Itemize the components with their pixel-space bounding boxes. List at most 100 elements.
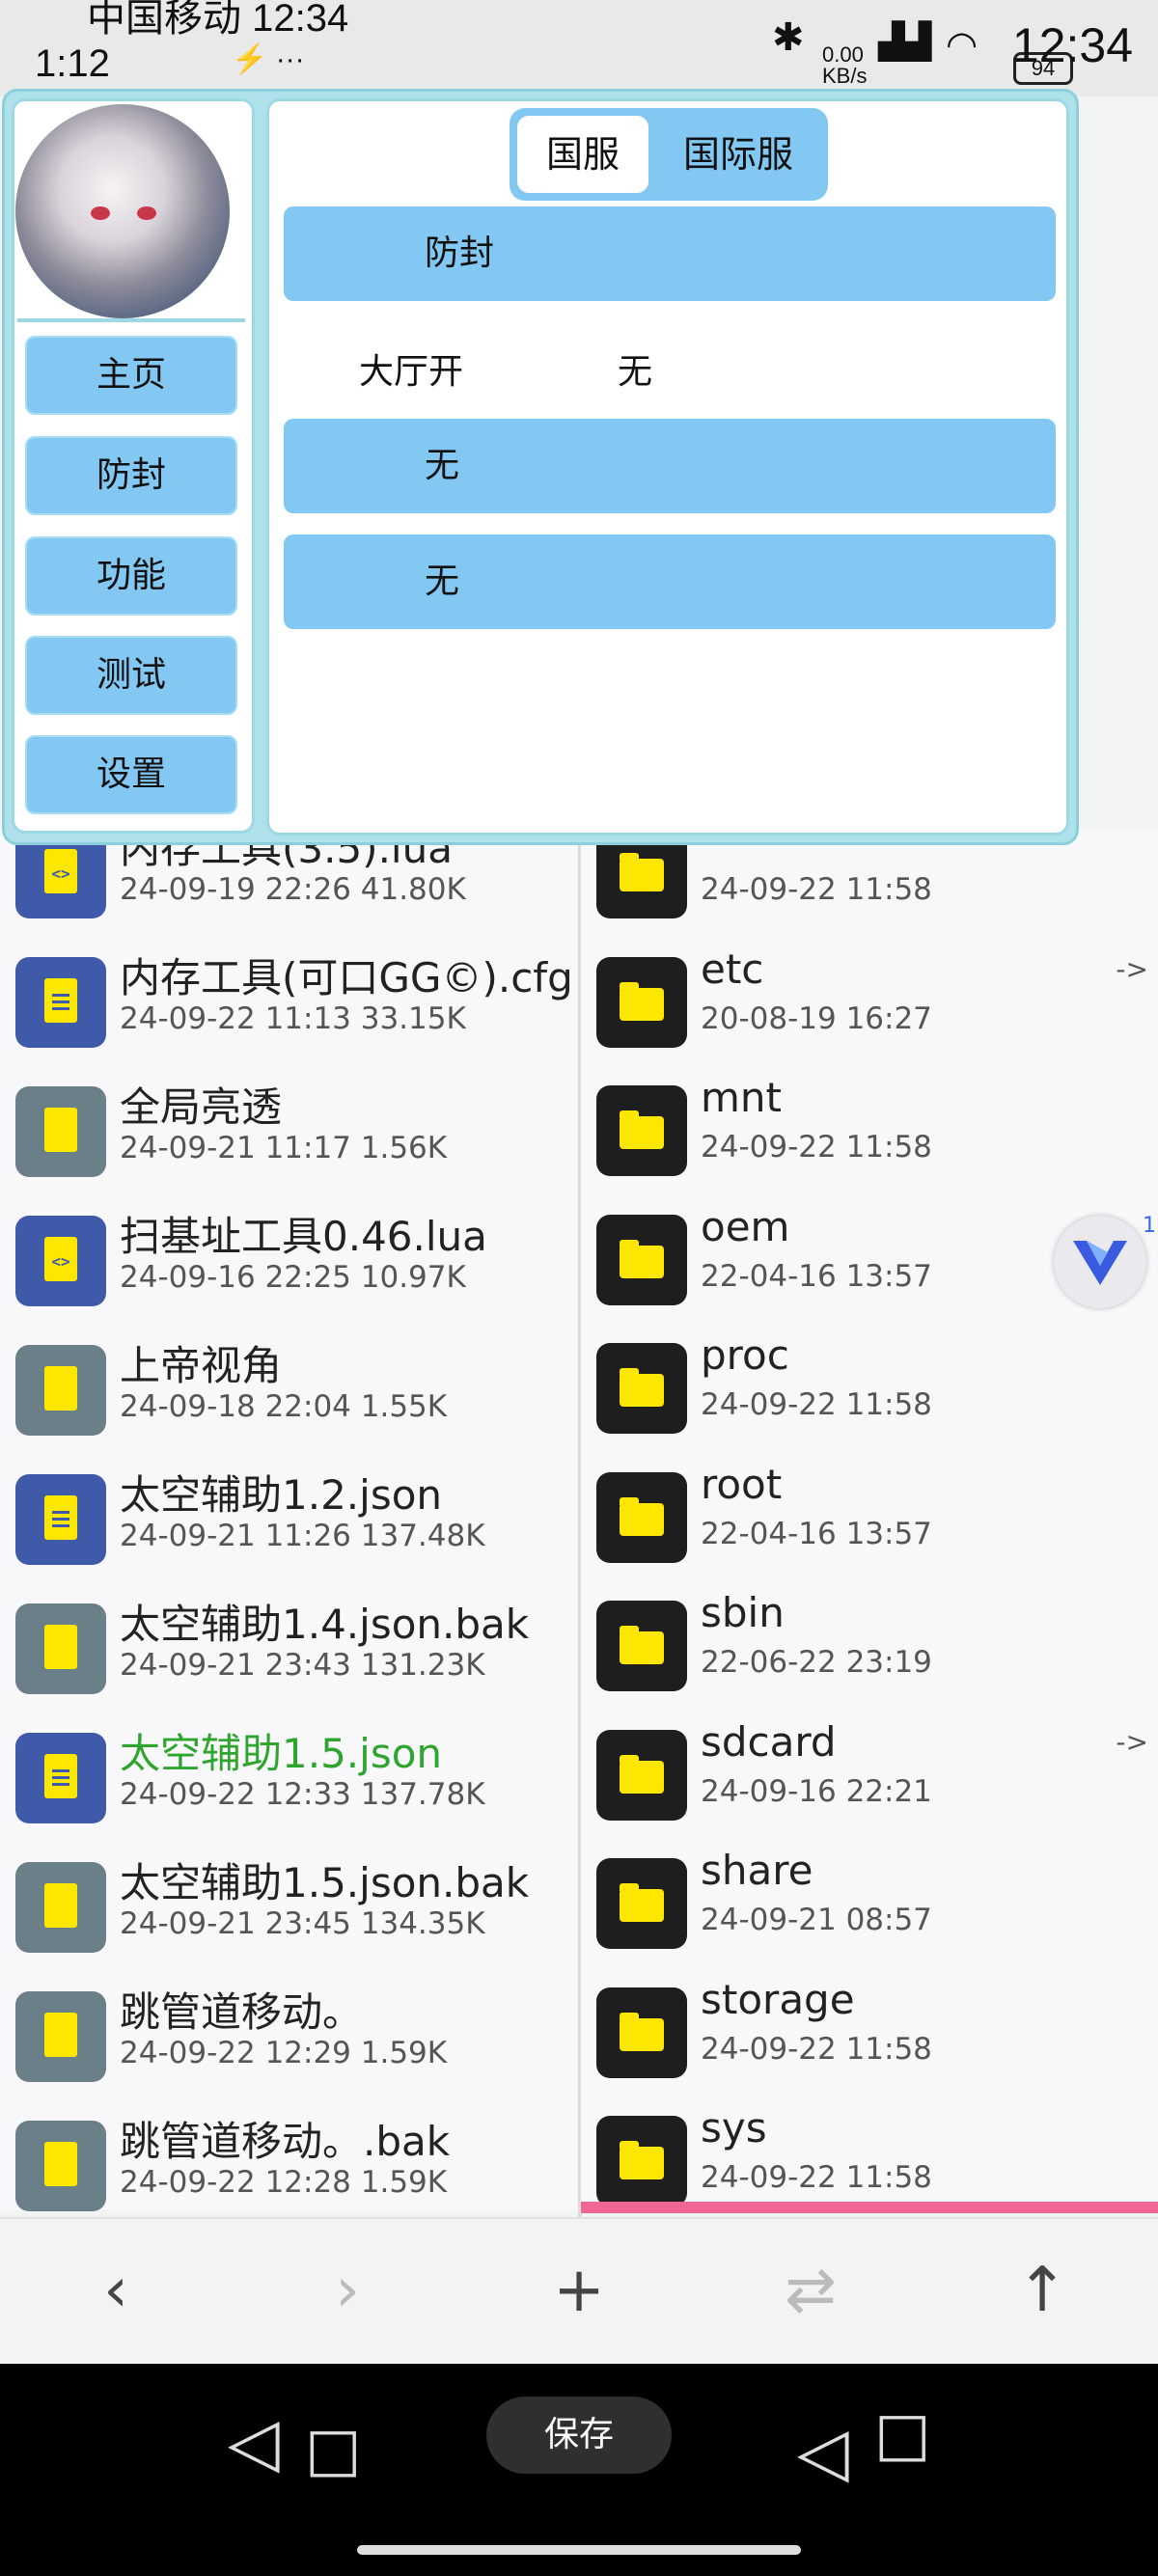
file-meta: 24-09-22 11:13 33.15K [120, 1001, 466, 1036]
swap-panes-button[interactable]: ⇄ [772, 2252, 849, 2329]
file-row[interactable]: 跳管道移动。 24-09-22 12:29 1.59K [0, 1966, 579, 2095]
menu-anti-ban-button[interactable]: 防封 [25, 436, 237, 515]
forward-button[interactable]: › [309, 2252, 386, 2329]
folder-row[interactable]: share 24-09-21 08:57 [581, 1833, 1158, 1961]
folder-meta: 22-04-16 13:57 [701, 1516, 932, 1551]
menu-home-button[interactable]: 主页 [25, 336, 237, 415]
notification-badge: 1 [1143, 1214, 1156, 1238]
folder-meta: 22-06-22 23:19 [701, 1645, 932, 1680]
option-bar-1[interactable]: 无 [284, 419, 1056, 513]
lobby-open-label: 大厅开 [359, 352, 464, 392]
document-icon [15, 1474, 106, 1565]
folder-name: storage [701, 1975, 855, 2023]
folder-icon [596, 1343, 687, 1434]
carrier-text: 中国移动 12:34 [87, 0, 349, 40]
menu-features-button[interactable]: 功能 [25, 536, 237, 616]
segment-cn-server[interactable]: 国服 [517, 116, 648, 193]
avatar-divider [17, 318, 245, 322]
left-file-list[interactable]: <> 内存工具(3.5).lua 24-09-19 22:26 41.80K 内存工具… [0, 825, 579, 2211]
folder-icon [596, 956, 687, 1048]
file-icon [15, 1086, 106, 1177]
folder-icon [596, 1858, 687, 1949]
folder-icon [596, 1471, 687, 1563]
file-meta: 24-09-21 23:43 131.23K [120, 1648, 485, 1683]
folder-name: oem [701, 1202, 790, 1250]
lobby-open-value: 无 [618, 352, 653, 392]
folder-name: sys [701, 2104, 767, 2151]
bluetooth-icon: ✱ [772, 16, 805, 59]
folder-name: mnt [701, 1074, 782, 1121]
folder-icon [596, 1214, 687, 1305]
file-row[interactable]: 跳管道移动。.bak 24-09-22 12:28 1.59K [0, 2096, 579, 2224]
file-name: 内存工具(可口GG©).cfg [120, 954, 573, 1001]
folder-row[interactable]: proc 24-09-22 11:58 [581, 1318, 1158, 1446]
v-logo-icon [1073, 1241, 1127, 1285]
anti-ban-bar[interactable]: 防封 [284, 206, 1056, 301]
wifi-icon: ◠ [946, 25, 979, 66]
file-icon [15, 1345, 106, 1436]
sync-icon: ⚡ ··· [232, 43, 305, 75]
option-bar-2-label: 无 [425, 562, 460, 601]
symlink-arrow: -> [1116, 1725, 1148, 1758]
file-name: 跳管道移动。 [120, 1988, 364, 2036]
file-row[interactable]: 太空辅助1.5.json 24-09-22 12:33 137.78K [0, 1708, 579, 1836]
anti-ban-label: 防封 [425, 233, 495, 273]
nav-back-icon-2[interactable]: ◁ [797, 2412, 849, 2491]
folder-row[interactable]: etc 20-08-19 16:27 -> [581, 932, 1158, 1060]
folder-name: proc [701, 1331, 789, 1379]
file-row[interactable]: 上帝视角 24-09-18 22:04 1.55K [0, 1320, 579, 1448]
file-name: 扫基址工具0.46.lua [120, 1213, 487, 1260]
save-button[interactable]: 保存 [486, 2397, 672, 2474]
file-row[interactable]: 全局亮透 24-09-21 11:17 1.56K [0, 1061, 579, 1190]
nav-recents-icon[interactable]: □ [305, 2414, 362, 2484]
folder-row[interactable]: sdcard 24-09-16 22:21 -> [581, 1705, 1158, 1833]
net-speed: 0.00 KB/s [822, 42, 868, 88]
menu-test-button[interactable]: 测试 [25, 636, 237, 715]
folder-icon [596, 1987, 687, 2078]
folder-meta: 24-09-22 11:58 [701, 2031, 932, 2067]
bottom-toolbar: ‹ › + ⇄ ↑ [0, 2217, 1158, 2364]
avatar[interactable] [15, 104, 230, 318]
nav-recents-icon-2[interactable]: □ [874, 2398, 931, 2469]
folder-icon [596, 1729, 687, 1821]
folder-name: sdcard [701, 1717, 837, 1766]
file-meta: 24-09-16 22:25 10.97K [120, 1260, 466, 1295]
file-icon [15, 1603, 106, 1694]
file-icon [15, 2121, 106, 2211]
folder-meta: 20-08-19 16:27 [701, 1000, 932, 1036]
file-meta: 24-09-19 22:26 41.80K [120, 872, 466, 907]
new-file-button[interactable]: + [540, 2252, 618, 2329]
menu-settings-button[interactable]: 设置 [25, 735, 237, 814]
scroll-indicator [581, 2202, 1158, 2213]
file-name: 太空辅助1.5.json [120, 1730, 443, 1777]
file-name: 上帝视角 [120, 1342, 283, 1389]
folder-row[interactable]: mnt 24-09-22 11:58 [581, 1060, 1158, 1189]
folder-name: sbin [701, 1589, 785, 1636]
file-name: 跳管道移动。.bak [120, 2118, 451, 2165]
folder-row[interactable]: storage 24-09-22 11:58 [581, 1962, 1158, 2091]
back-button[interactable]: ‹ [77, 2252, 154, 2329]
file-row[interactable]: 内存工具(可口GG©).cfg 24-09-22 11:13 33.15K [0, 932, 579, 1060]
option-bar-2[interactable]: 无 [284, 534, 1056, 629]
folder-row[interactable]: sbin 22-06-22 23:19 [581, 1576, 1158, 1704]
right-file-list[interactable]: 24-09-22 11:58 etc 20-08-19 16:27 -> mnt 24-0… [581, 828, 1158, 2209]
nav-back-icon[interactable]: ◁ [228, 2402, 280, 2481]
file-row[interactable]: 太空辅助1.5.json.bak 24-09-21 23:45 134.35K [0, 1837, 579, 1965]
folder-icon [596, 2116, 687, 2206]
folder-row[interactable]: sys 24-09-22 11:58 [581, 2091, 1158, 2219]
file-row[interactable]: 太空辅助1.4.json.bak 24-09-21 23:43 131.23K [0, 1578, 579, 1707]
folder-row[interactable]: root 22-04-16 13:57 [581, 1447, 1158, 1576]
file-row[interactable]: 太空辅助1.2.json 24-09-21 11:26 137.48K [0, 1449, 579, 1577]
option-bar-1-label: 无 [425, 446, 460, 485]
segment-global-server[interactable]: 国际服 [656, 116, 820, 193]
home-indicator[interactable] [357, 2545, 801, 2555]
file-row[interactable]: <> 扫基址工具0.46.lua 24-09-16 22:25 10.97K [0, 1191, 579, 1319]
parent-dir-button[interactable]: ↑ [1004, 2252, 1081, 2329]
code-icon: <> [15, 1216, 106, 1306]
file-name: 太空辅助1.2.json [120, 1471, 443, 1519]
status-bar: 中国移动 12:34 1:12 ⚡ ··· ✱ 0.00 KB/s ▟▟ ◠ 94… [0, 0, 1158, 96]
folder-meta: 24-09-22 11:58 [701, 2160, 932, 2195]
floating-app-button[interactable]: 1 [1054, 1214, 1156, 1308]
folder-meta: 24-09-22 11:58 [701, 1387, 932, 1422]
file-name: 太空辅助1.5.json.bak [120, 1859, 530, 1906]
